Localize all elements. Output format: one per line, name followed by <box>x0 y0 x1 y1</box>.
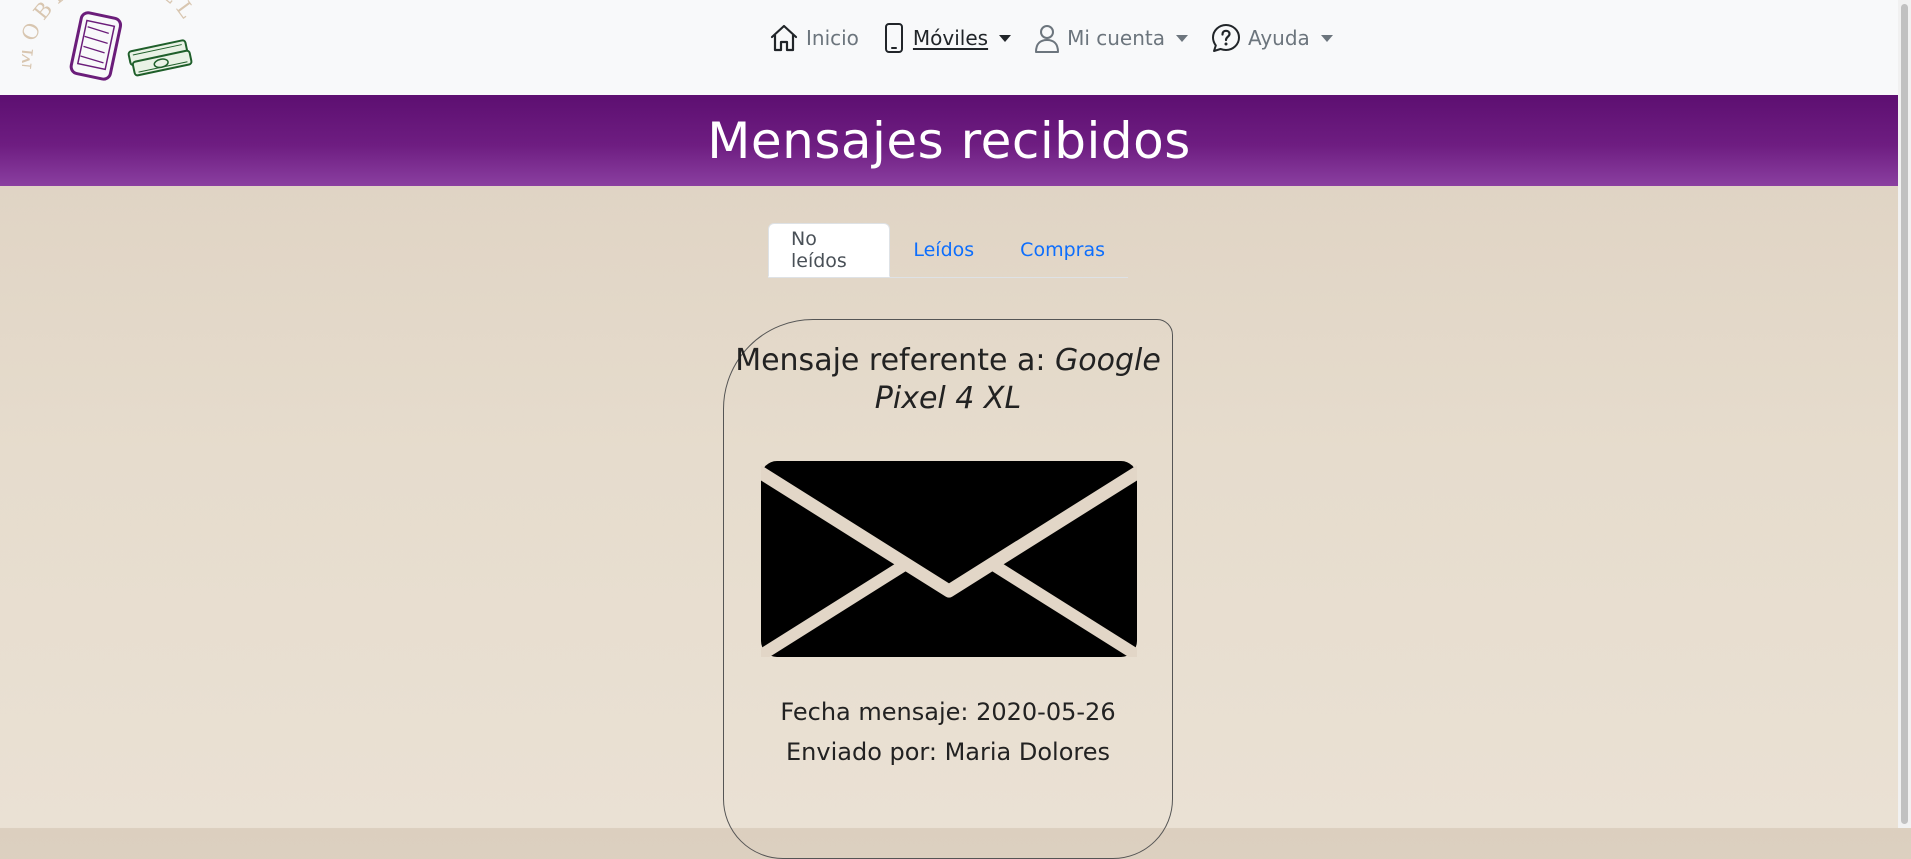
message-title: Mensaje referente a: Google Pixel 4 XL <box>724 342 1172 418</box>
nav-label-moviles: Móviles <box>912 26 989 50</box>
tab-compras[interactable]: Compras <box>997 223 1128 276</box>
message-title-prefix: Mensaje referente a: <box>735 343 1046 378</box>
nav-mi-cuenta[interactable]: Mi cuenta <box>1033 22 1189 54</box>
page-header: Mensajes recibidos <box>0 95 1898 186</box>
tab-no-leidos[interactable]: No leídos <box>768 223 891 277</box>
scrollbar-thumb[interactable] <box>1901 4 1908 824</box>
nav-label-inicio: Inicio <box>806 26 859 50</box>
nav-label-ayuda: Ayuda <box>1248 26 1310 50</box>
envelope-icon[interactable] <box>761 461 1137 657</box>
nav-inicio[interactable]: Inicio <box>768 22 859 54</box>
person-icon <box>1035 25 1060 53</box>
message-tabs: No leídos Leídos Compras <box>768 223 1128 278</box>
message-date: Fecha mensaje: 2020-05-26 <box>780 698 1116 726</box>
chevron-down-icon <box>1176 34 1189 42</box>
scrollbar[interactable] <box>1898 0 1911 828</box>
navbar: MOBILE SELL Inicio <box>0 0 1898 95</box>
phone-icon <box>884 23 903 53</box>
message-sender: Enviado por: Maria Dolores <box>786 738 1110 766</box>
tab-leidos[interactable]: Leídos <box>890 223 997 276</box>
nav-label-mi-cuenta: Mi cuenta <box>1067 26 1166 50</box>
message-card[interactable]: Mensaje referente a: Google Pixel 4 XL F… <box>723 319 1173 859</box>
house-icon <box>770 24 798 52</box>
main-nav: Inicio Móviles Mi cuenta Ayuda <box>768 18 1355 58</box>
mobile-sell-logo[interactable]: MOBILE SELL <box>22 0 202 82</box>
chevron-down-icon <box>999 34 1012 42</box>
nav-ayuda[interactable]: Ayuda <box>1210 22 1333 54</box>
nav-moviles[interactable]: Móviles <box>881 22 1012 54</box>
chevron-down-icon <box>1320 34 1333 42</box>
page-title: Mensajes recibidos <box>707 111 1191 170</box>
question-bubble-icon <box>1212 24 1241 52</box>
message-meta: Fecha mensaje: 2020-05-26 Enviado por: M… <box>724 692 1172 772</box>
